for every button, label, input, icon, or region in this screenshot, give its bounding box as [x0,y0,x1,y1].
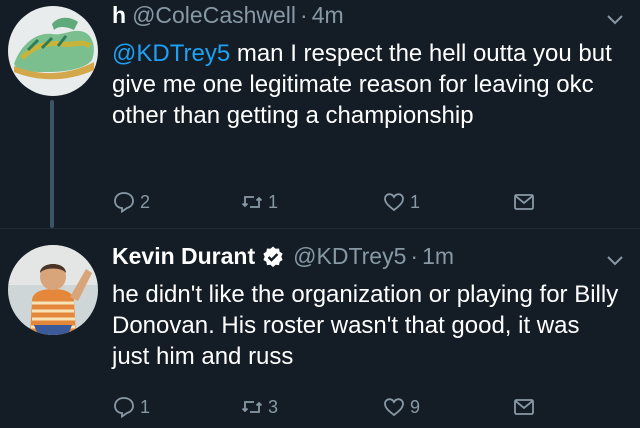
person-avatar-icon [8,245,98,335]
chevron-down-icon[interactable] [606,255,624,267]
tweet-cole-cashwell[interactable]: h @ColeCashwell · 4m @KDTrey5 man I resp… [0,0,640,228]
tweet-body: he didn't like the organization or playi… [112,281,619,370]
avatar[interactable] [8,245,98,335]
tweet-kevin-durant[interactable]: Kevin Durant @KDTrey5 · 1m he didn't lik… [0,228,640,428]
separator-dot: · [410,243,419,269]
reply-count: 2 [140,191,151,212]
reply-count: 1 [140,396,151,417]
retweet-icon [241,401,263,413]
chevron-down-icon[interactable] [606,14,624,26]
tweet-text: @KDTrey5 man I respect the hell outta yo… [112,38,620,131]
like-icon [384,398,404,417]
user-handle[interactable]: @ColeCashwell [132,2,296,29]
direct-message-icon [514,399,534,415]
tweet-header: h @ColeCashwell · 4m [112,2,344,29]
direct-message-button[interactable] [512,190,540,214]
retweet-count: 3 [268,396,279,417]
reply-button[interactable]: 2 [112,190,150,214]
like-icon [384,193,404,212]
display-name[interactable]: Kevin Durant [112,243,255,270]
timestamp[interactable]: 1m [422,243,454,270]
direct-message-button[interactable] [512,395,540,419]
direct-message-icon [514,194,534,210]
retweet-count: 1 [268,191,279,212]
mention-link[interactable]: @KDTrey5 [112,40,230,67]
like-count: 9 [410,396,421,417]
tweet-text: he didn't like the organization or playi… [112,279,620,372]
user-handle[interactable]: @KDTrey5 [293,243,406,270]
like-count: 1 [410,191,421,212]
like-button[interactable]: 1 [382,190,420,214]
retweet-icon [241,196,263,208]
separator-dot: · [300,2,308,28]
reply-icon [114,192,134,214]
reply-icon [114,397,134,419]
avatar[interactable] [8,6,98,96]
thread-connector-line [50,100,54,228]
like-button[interactable]: 9 [382,395,420,419]
shoe-avatar-icon [8,6,98,96]
retweet-button[interactable]: 1 [240,190,278,214]
verified-badge-icon [263,246,283,267]
tweet-actions: 2 1 1 [112,190,552,220]
reply-button[interactable]: 1 [112,395,150,419]
timestamp[interactable]: 4m [312,2,344,29]
tweet-actions: 1 3 9 [112,395,552,425]
tweet-header: Kevin Durant @KDTrey5 · 1m [112,243,454,270]
retweet-button[interactable]: 3 [240,395,278,419]
display-name[interactable]: h [112,2,126,29]
